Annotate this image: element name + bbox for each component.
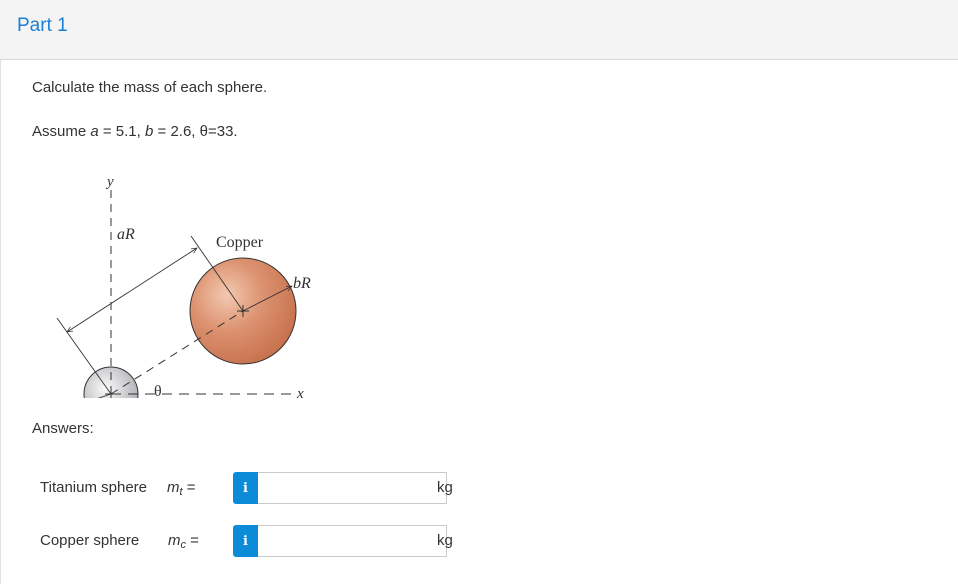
distance-dimension bbox=[67, 248, 197, 332]
answer-label: Copper sphere bbox=[40, 532, 140, 549]
copper-mass-input[interactable] bbox=[258, 525, 447, 557]
answer-variable: mc = bbox=[168, 532, 199, 551]
copper-label: Copper bbox=[216, 234, 264, 251]
y-axis-label: y bbox=[105, 174, 114, 190]
unit-label: kg bbox=[437, 532, 453, 549]
copper-radius-label: bR bbox=[293, 275, 311, 292]
question-assumptions: Assume a = 5.1, b = 2.6, θ=33. bbox=[32, 123, 238, 140]
unit-label: kg bbox=[437, 479, 453, 496]
x-axis-label: x bbox=[296, 386, 304, 398]
spheres-diagram: y x aR bR R θ Copper Titanium bbox=[56, 174, 311, 398]
info-icon[interactable]: i bbox=[233, 525, 258, 557]
answer-label: Titanium sphere bbox=[40, 479, 147, 496]
answers-heading: Answers: bbox=[32, 420, 94, 437]
part-header: Part 1 bbox=[0, 0, 958, 60]
part-title[interactable]: Part 1 bbox=[17, 15, 68, 37]
question-body: Calculate the mass of each sphere. Assum… bbox=[0, 60, 958, 584]
question-instruction: Calculate the mass of each sphere. bbox=[32, 79, 268, 96]
titanium-mass-input[interactable] bbox=[258, 472, 447, 504]
distance-label: aR bbox=[117, 226, 135, 243]
info-icon[interactable]: i bbox=[233, 472, 258, 504]
extension-line-titanium bbox=[56, 317, 112, 395]
angle-label: θ bbox=[154, 383, 162, 398]
answer-variable: mt = bbox=[167, 479, 196, 498]
